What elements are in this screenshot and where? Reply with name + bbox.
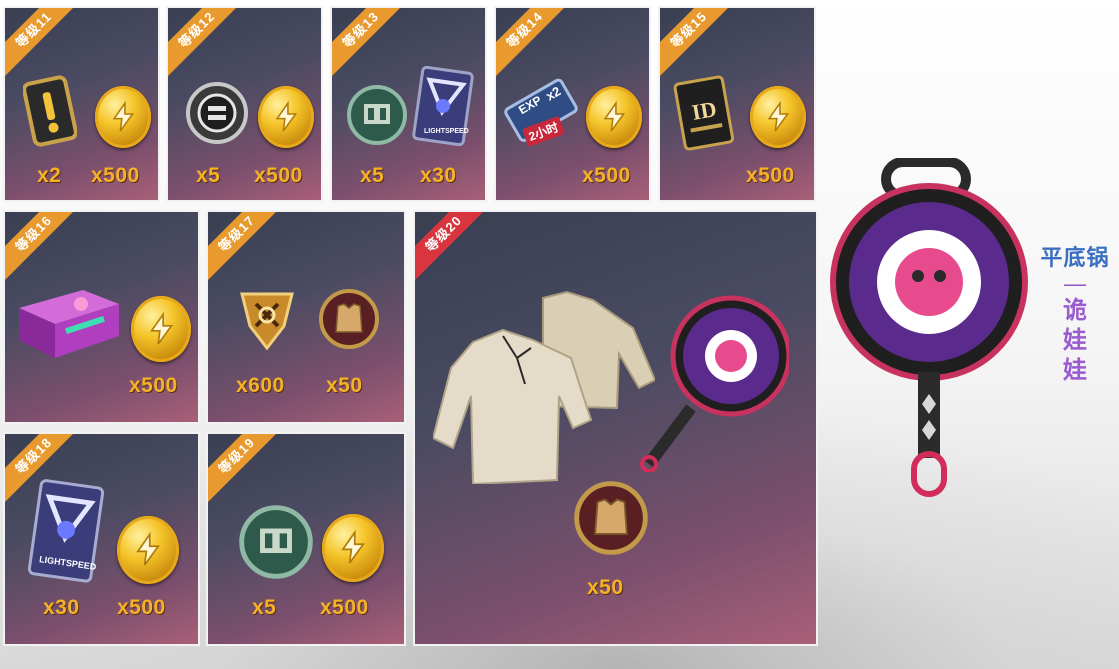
- rename-card-icon: ID: [672, 74, 736, 154]
- reward-card-level-12[interactable]: 等级12 x5 x500: [166, 6, 323, 202]
- level-ribbon: 等级13: [332, 8, 409, 78]
- level-ribbon: 等级15: [660, 8, 737, 78]
- supply-coupon-icon: [238, 504, 314, 580]
- reward-card-level-20[interactable]: 等级20 x50: [413, 210, 818, 646]
- level-ribbon: 等级12: [168, 8, 245, 78]
- bp-coin-icon: [322, 514, 384, 582]
- level-ribbon: 等级17: [208, 212, 285, 282]
- featured-item-title: 平底锅 — 诡 娃 娃: [1030, 240, 1119, 386]
- quantity-label: x500: [129, 374, 178, 397]
- vest-coin-icon: [318, 288, 380, 350]
- bp-coin-icon: [258, 86, 314, 148]
- bp-coin-icon: [750, 86, 806, 148]
- quantity-label: x5: [196, 164, 221, 187]
- reward-card-level-15[interactable]: 等级15 ID x500: [658, 6, 816, 202]
- card-caption: LIGHTSPEED: [424, 128, 469, 135]
- reward-card-level-18[interactable]: 等级18 LIGHTSPEED x30 x500: [3, 432, 200, 646]
- level-ribbon: 等级11: [5, 8, 82, 78]
- quantity-label: x50: [326, 374, 363, 397]
- bp-coin-icon: [131, 296, 191, 362]
- reward-card-level-16[interactable]: 等级16 x500: [3, 210, 200, 424]
- supply-coupon-icon: [346, 84, 408, 146]
- skin-name-char: 娃: [1063, 327, 1087, 354]
- bp-coin-icon: [95, 86, 151, 148]
- quantity-label: x50: [587, 576, 624, 599]
- bp-coin-icon: [117, 516, 179, 584]
- emote-card-icon: [22, 74, 78, 148]
- quantity-label: x30: [420, 164, 457, 187]
- card-caption: ID: [689, 96, 719, 125]
- quantity-label: x30: [43, 596, 80, 619]
- level-ribbon: 等级16: [5, 212, 82, 282]
- blouse-outfit-icon: [431, 288, 657, 486]
- quantity-label: x500: [91, 164, 140, 187]
- rp-point-icon: [236, 286, 298, 352]
- level-ribbon: 等级14: [496, 8, 573, 78]
- skin-name-char: 娃: [1063, 357, 1087, 384]
- quantity-label: x500: [746, 164, 795, 187]
- quantity-label: x500: [254, 164, 303, 187]
- featured-frying-pan-icon: [826, 157, 1032, 498]
- quantity-label: x2: [37, 164, 62, 187]
- lightspeed-card-icon: LIGHTSPEED: [412, 65, 474, 147]
- quantity-label: x5: [360, 164, 385, 187]
- level-ribbon: 等级20: [415, 212, 492, 282]
- quantity-label: x500: [582, 164, 631, 187]
- quantity-label: x500: [320, 596, 369, 619]
- level-ribbon: 等级19: [208, 434, 285, 504]
- quantity-label: x600: [236, 374, 285, 397]
- reward-card-level-17[interactable]: 等级17 x600 x50: [206, 210, 406, 424]
- vest-coin-icon: [573, 480, 649, 556]
- lightspeed-card-icon: LIGHTSPEED: [27, 478, 107, 584]
- exp-card-icon: EXP x2 2小时: [502, 72, 582, 152]
- reward-card-level-11[interactable]: 等级11 x2 x500: [3, 6, 160, 202]
- quantity-label: x500: [117, 596, 166, 619]
- skin-name-char: 诡: [1063, 297, 1087, 324]
- item-type-label: 平底锅: [1040, 245, 1110, 270]
- bp-coin-icon: [586, 86, 642, 148]
- quantity-label: x5: [252, 596, 277, 619]
- reward-card-level-19[interactable]: 等级19 x5 x500: [206, 432, 406, 646]
- crate-icon: [13, 282, 125, 362]
- title-divider: —: [1064, 271, 1086, 296]
- frying-pan-icon: [639, 292, 792, 473]
- badge-coin-icon: [186, 82, 248, 144]
- reward-card-level-13[interactable]: 等级13 LIGHTSPEED x5 x30: [330, 6, 487, 202]
- reward-card-level-14[interactable]: 等级14 EXP x2 2小时 x500: [494, 6, 651, 202]
